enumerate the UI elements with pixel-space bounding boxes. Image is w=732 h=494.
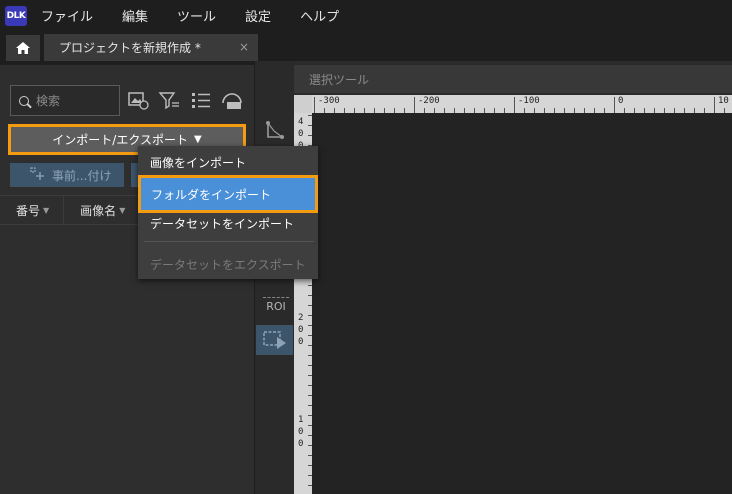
h-ruler-label: 10 xyxy=(718,96,729,106)
selected-tool-label: 選択ツール xyxy=(309,72,370,87)
horizontal-ruler: -300 -200 -100 0 10 xyxy=(312,95,732,113)
caret-down-icon: ▼ xyxy=(193,134,202,145)
sort-icon: ▼ xyxy=(43,205,50,215)
column-image-name[interactable]: 画像名 ▼ xyxy=(64,196,125,224)
h-ruler-label: -200 xyxy=(418,96,440,106)
v-ruler-digit: 0 xyxy=(298,129,304,139)
polygon-tool-icon[interactable] xyxy=(262,117,288,143)
home-button[interactable] xyxy=(6,35,40,61)
tab-new-project[interactable]: プロジェクトを新規作成 * × xyxy=(44,34,258,61)
list-view-icon[interactable] xyxy=(190,89,212,111)
ruler-tick xyxy=(414,97,415,113)
ruler-tick xyxy=(514,97,515,113)
image-filter-icon[interactable] xyxy=(127,89,149,111)
canvas-area: 選択ツール -300 -200 -100 0 10 4 0 0 2 0 0 1 … xyxy=(294,61,732,494)
menu-help[interactable]: ヘルプ xyxy=(300,6,339,25)
column-number[interactable]: 番号 ▼ xyxy=(0,196,49,224)
tab-close-icon[interactable]: × xyxy=(239,40,249,54)
menu-item-import-folder[interactable]: フォルダをインポート xyxy=(138,175,318,213)
v-ruler-digit: 1 xyxy=(298,415,304,425)
menu-settings[interactable]: 設定 xyxy=(245,6,271,25)
import-export-dropdown: 画像をインポート フォルダをインポート データセットをインポート データセットを… xyxy=(138,146,318,279)
play-region-icon xyxy=(262,331,286,349)
menu-tools[interactable]: ツール xyxy=(177,6,216,25)
menu-bar: DLK ファイル 編集 ツール 設定 ヘルプ xyxy=(0,0,732,31)
play-tool-button[interactable] xyxy=(256,325,293,355)
ruler-corner xyxy=(294,95,312,113)
v-ruler-digit: 2 xyxy=(298,313,304,323)
tab-label: プロジェクトを新規作成 * xyxy=(59,41,201,55)
menu-separator xyxy=(144,241,314,242)
v-ruler-digit: 0 xyxy=(298,325,304,335)
image-canvas[interactable] xyxy=(312,113,732,494)
v-ruler-digit: 4 xyxy=(298,117,304,127)
column-number-label: 番号 xyxy=(16,203,41,218)
pre-label-button[interactable]: 事前...付け xyxy=(10,163,124,187)
ruler-tick xyxy=(614,97,615,113)
h-ruler-label: -100 xyxy=(518,96,540,106)
tab-bar: プロジェクトを新規作成 * × xyxy=(0,31,732,61)
tool-status-bar: 選択ツール xyxy=(294,65,732,93)
column-image-name-label: 画像名 xyxy=(80,203,117,218)
h-ruler-label: -300 xyxy=(318,96,340,106)
menu-edit[interactable]: 編集 xyxy=(122,6,148,25)
app-logo: DLK xyxy=(5,5,27,26)
search-input[interactable]: 検索 xyxy=(10,85,120,116)
pre-label-text: 事前...付け xyxy=(52,168,112,183)
roi-tool[interactable]: ROI xyxy=(263,297,289,319)
roi-label: ROI xyxy=(266,300,286,313)
menu-item-export-dataset: データセットをエクスポート xyxy=(150,257,306,272)
ruler-tick xyxy=(314,97,315,113)
home-icon xyxy=(16,42,30,54)
tag-icon xyxy=(30,167,44,180)
sort-icon: ▼ xyxy=(119,205,126,215)
menu-item-import-dataset[interactable]: データセットをインポート xyxy=(138,209,318,237)
ruler-tick xyxy=(714,97,715,113)
search-placeholder: 検索 xyxy=(36,94,61,108)
search-icon xyxy=(19,95,29,106)
half-circle-icon[interactable] xyxy=(221,89,243,111)
v-ruler-digit: 0 xyxy=(298,337,304,347)
h-ruler-label: 0 xyxy=(618,96,624,106)
filter-icon[interactable] xyxy=(158,89,180,111)
menu-file[interactable]: ファイル xyxy=(41,6,93,25)
v-ruler-digit: 0 xyxy=(298,439,304,449)
menu-item-import-images[interactable]: 画像をインポート xyxy=(138,148,318,176)
v-ruler-digit: 0 xyxy=(298,427,304,437)
